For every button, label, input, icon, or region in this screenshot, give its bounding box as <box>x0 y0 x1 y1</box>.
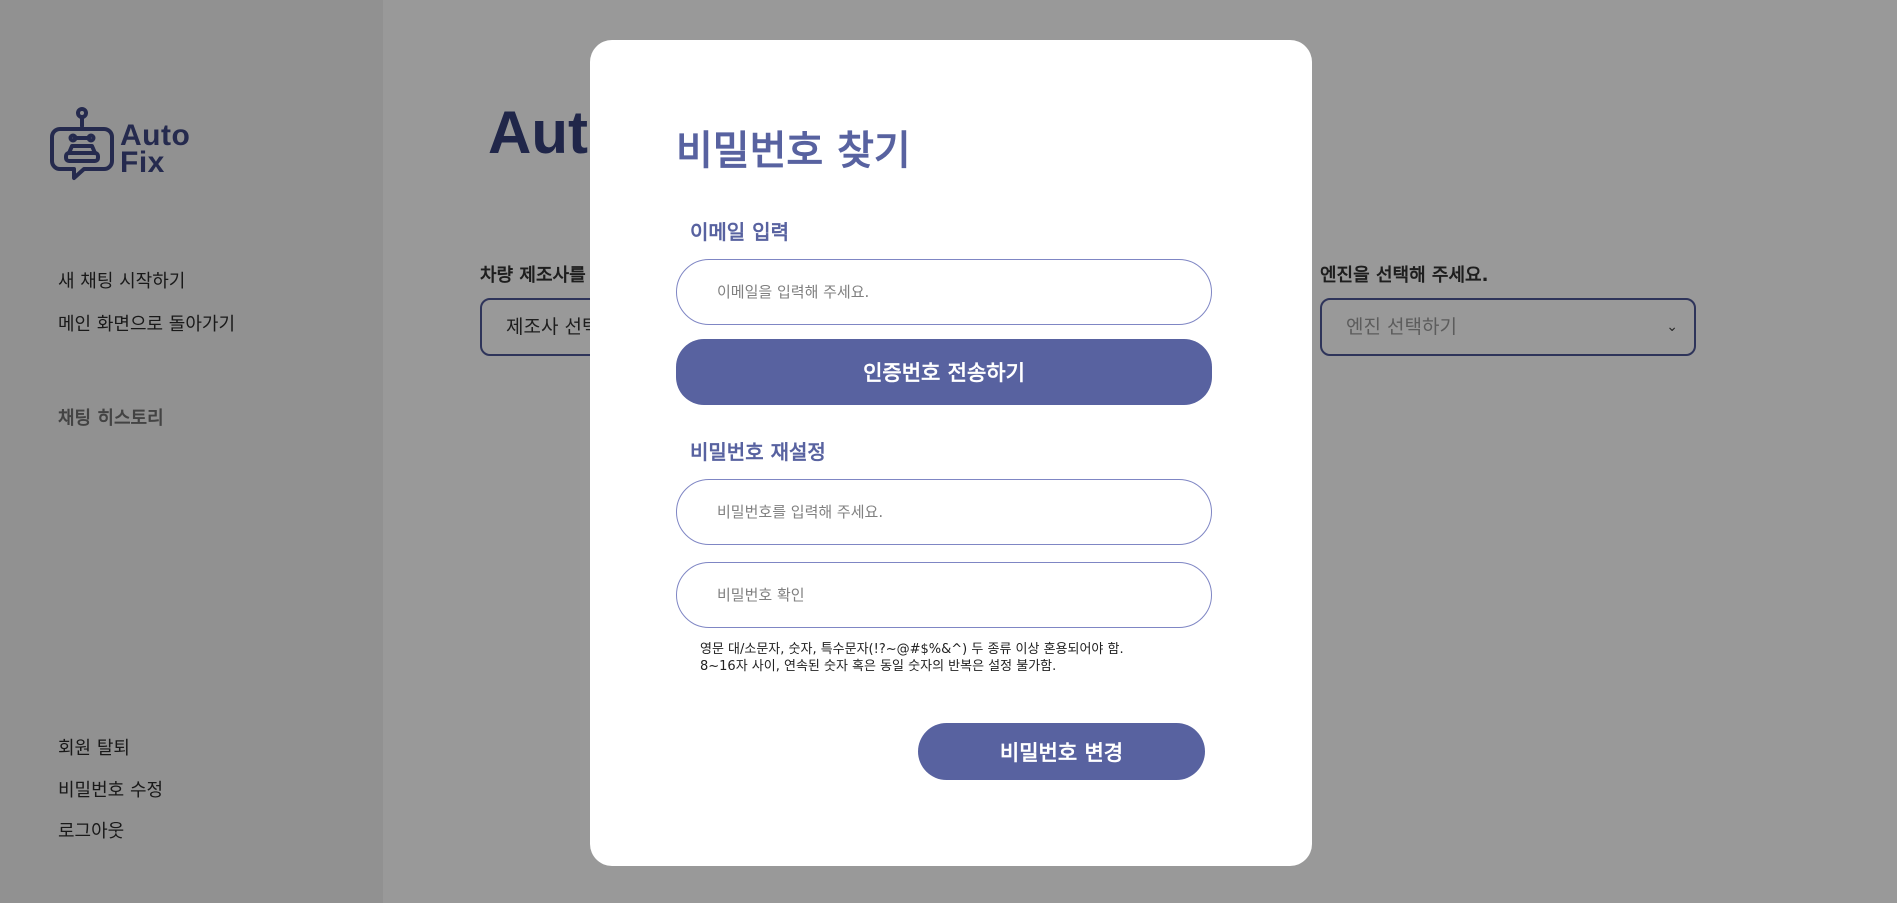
password-rules: 영문 대/소문자, 숫자, 특수문자(!?~@#$%&^) 두 종류 이상 혼용… <box>700 641 1124 675</box>
password-rule-line-2: 8~16자 사이, 연속된 숫자 혹은 동일 숫자의 반복은 설정 불가함. <box>700 659 1057 674</box>
email-section-label: 이메일 입력 <box>690 220 789 244</box>
email-input[interactable] <box>676 259 1212 325</box>
password-rule-line-1: 영문 대/소문자, 숫자, 특수문자(!?~@#$%&^) 두 종류 이상 혼용… <box>700 642 1124 657</box>
modal-title: 비밀번호 찾기 <box>676 128 911 174</box>
new-password-input[interactable] <box>676 479 1212 545</box>
confirm-password-input[interactable] <box>676 562 1212 628</box>
find-password-modal: 비밀번호 찾기 이메일 입력 인증번호 전송하기 비밀번호 재설정 영문 대/소… <box>590 40 1312 866</box>
send-code-button[interactable]: 인증번호 전송하기 <box>676 339 1212 405</box>
reset-section-label: 비밀번호 재설정 <box>690 440 826 464</box>
change-password-button[interactable]: 비밀번호 변경 <box>918 723 1205 780</box>
